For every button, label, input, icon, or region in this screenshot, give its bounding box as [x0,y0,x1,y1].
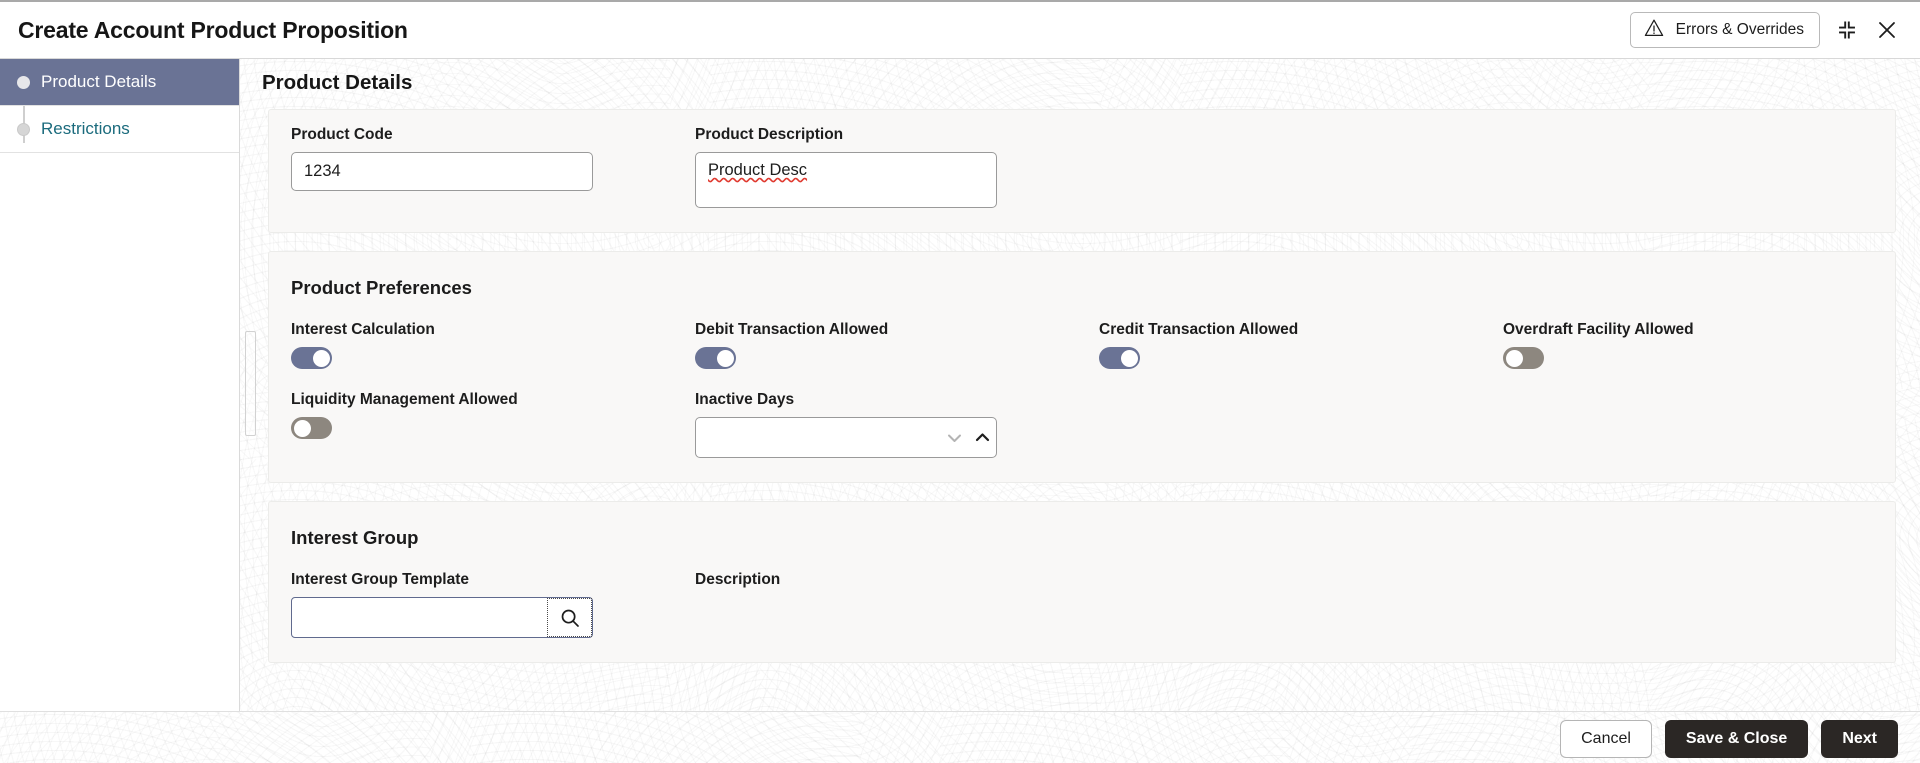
preferences-row-1: Interest Calculation Liquidity Managemen… [291,321,1873,458]
interest-group-description-value [695,597,1099,638]
content-scroll-area: Product Details Product Code Product Des… [240,59,1920,711]
product-details-card: Product Code Product Description Product… [268,109,1896,233]
credit-transaction-toggle[interactable] [1099,347,1140,369]
product-description-label: Product Description [695,126,844,143]
toggle-knob [312,349,330,367]
chevron-down-icon[interactable] [940,418,968,457]
toggle-knob [1120,349,1138,367]
cancel-button[interactable]: Cancel [1560,719,1652,758]
next-button[interactable]: Next [1821,719,1898,758]
collapse-icon[interactable] [1834,17,1860,43]
product-code-label: Product Code [291,126,393,143]
section-heading: Product Details [262,71,413,94]
interest-calculation-group: Interest Calculation Liquidity Managemen… [291,321,695,458]
product-description-value: Product Desc [708,161,808,179]
sidebar-item-restrictions[interactable]: Restrictions [0,106,239,153]
overdraft-facility-toggle[interactable] [1503,347,1544,369]
interest-group-template-field[interactable] [291,597,593,638]
save-and-close-button[interactable]: Save & Close [1664,719,1809,758]
product-code-group: Product Code [291,126,695,208]
errors-and-overrides-button[interactable]: Errors & Overrides [1629,12,1820,48]
credit-transaction-label: Credit Transaction Allowed [1099,321,1299,338]
search-icon[interactable] [547,598,592,637]
inactive-days-stepper[interactable] [695,417,997,458]
overdraft-facility-label: Overdraft Facility Allowed [1503,321,1694,338]
modal-window: Create Account Product Proposition Error… [0,0,1920,763]
interest-group-title: Interest Group [291,527,419,548]
interest-group-template-input[interactable] [292,598,547,637]
interest-group-description-label: Description [695,571,781,588]
product-details-row: Product Code Product Description Product… [291,126,1873,208]
warning-triangle-icon [1644,18,1664,43]
interest-group-row: Interest Group Template Description [291,571,1873,638]
body-area: Product Details Restrictions Product Det… [0,59,1920,711]
chevron-up-icon[interactable] [968,418,996,457]
product-code-input[interactable] [291,152,593,191]
sidebar-item-product-details[interactable]: Product Details [0,59,239,106]
sidebar-item-label: Restrictions [41,119,130,138]
product-description-input[interactable]: Product Desc [695,152,997,208]
interest-group-template-group: Interest Group Template [291,571,695,638]
footer-bar: Cancel Save & Close Next [0,711,1920,763]
content-panel: Product Details Product Code Product Des… [240,59,1920,711]
interest-group-description-group: Description [695,571,1099,638]
inactive-days-input[interactable] [696,418,940,457]
overdraft-facility-group: Overdraft Facility Allowed [1503,321,1907,458]
product-description-group: Product Description Product Desc [695,126,1099,208]
sidebar: Product Details Restrictions [0,59,240,711]
step-dot-icon [17,122,30,136]
interest-calculation-label: Interest Calculation [291,321,435,338]
step-dot-icon [17,75,30,89]
vertical-scrollbar[interactable] [245,331,256,436]
interest-calculation-toggle[interactable] [291,347,332,369]
credit-transaction-group: Credit Transaction Allowed [1099,321,1503,458]
page-title: Create Account Product Proposition [18,16,408,43]
title-bar: Create Account Product Proposition Error… [0,2,1920,59]
close-icon[interactable] [1874,17,1900,43]
toggle-knob [293,419,311,437]
toggle-knob [1505,349,1523,367]
inactive-days-label: Inactive Days [695,391,795,408]
errors-and-overrides-label: Errors & Overrides [1675,21,1804,38]
sidebar-item-label: Product Details [41,72,157,91]
interest-group-template-label: Interest Group Template [291,571,469,588]
debit-transaction-label: Debit Transaction Allowed [695,321,889,338]
debit-transaction-group: Debit Transaction Allowed Inactive Days [695,321,1099,458]
liquidity-management-label: Liquidity Management Allowed [291,391,518,408]
liquidity-management-toggle[interactable] [291,417,332,439]
product-preferences-title: Product Preferences [291,277,472,298]
toggle-knob [716,349,734,367]
debit-transaction-toggle[interactable] [695,347,736,369]
titlebar-actions: Errors & Overrides [1629,12,1920,48]
interest-group-card: Interest Group Interest Group Template D… [268,501,1896,663]
product-preferences-card: Product Preferences Interest Calculation… [268,251,1896,483]
